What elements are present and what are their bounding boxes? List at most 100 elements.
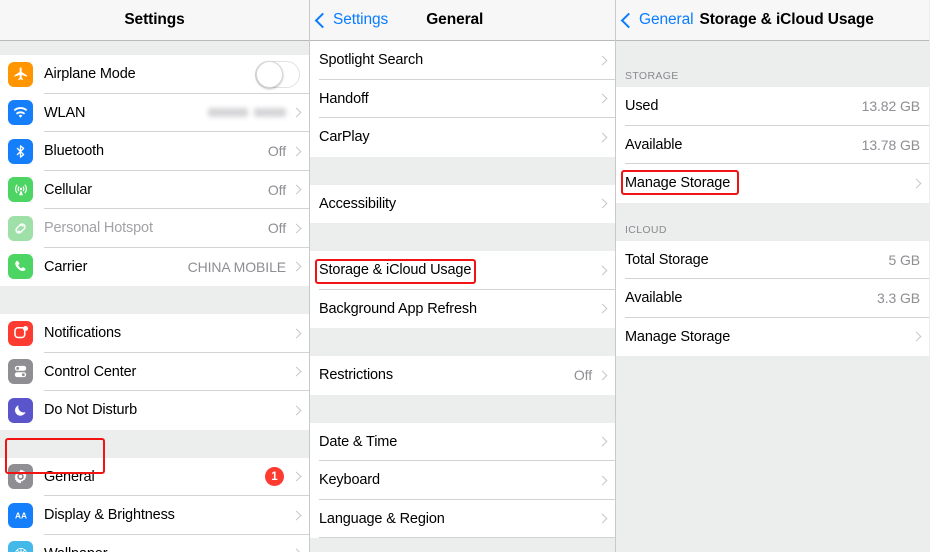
chevron-left-icon — [620, 12, 637, 28]
settings-label-notifications: Notifications — [44, 325, 122, 342]
settings-label-control-center: Control Center — [44, 363, 137, 380]
general-label-background-app-refresh: Background App Refresh — [319, 300, 477, 317]
phone-icon — [8, 254, 33, 280]
general-back-label: Settings — [333, 11, 389, 28]
handoff-right — [597, 93, 615, 104]
general-row-carplay[interactable]: CarPlay — [310, 118, 615, 157]
storage-list: STORAGE Used 13.82 GB Available 13.78 GB… — [616, 41, 929, 552]
display-right — [291, 510, 309, 521]
settings-label-do-not-disturb: Do Not Disturb — [44, 402, 137, 419]
icloud-row-available: Available 3.3 GB — [616, 279, 929, 318]
section-header-storage-label: STORAGE — [625, 70, 679, 82]
general-row-accessibility[interactable]: Accessibility — [310, 184, 615, 223]
general-row-restrictions[interactable]: Restrictions Off — [310, 356, 615, 395]
settings-label-cellular: Cellular — [44, 181, 92, 198]
available-right: 13.78 GB — [862, 137, 929, 153]
settings-label-bluetooth: Bluetooth — [44, 143, 104, 160]
general-title: General — [426, 11, 484, 28]
carrier-value: CHINA MOBILE — [187, 258, 286, 275]
separator — [319, 537, 615, 538]
icloud-row-manage-storage[interactable]: Manage Storage — [616, 317, 929, 356]
notifications-icon — [8, 320, 33, 346]
cellular-icon — [8, 177, 33, 203]
spotlight-right — [597, 55, 615, 66]
general-row-keyboard[interactable]: Keyboard — [310, 461, 615, 500]
total-storage-right: 5 GB — [888, 252, 929, 268]
general-row-background-app-refresh[interactable]: Background App Refresh — [310, 289, 615, 328]
settings-row-cellular[interactable]: Cellular Off — [0, 170, 309, 209]
general-back-button[interactable]: Settings — [314, 11, 389, 29]
accessibility-right — [597, 198, 615, 209]
chevron-right-icon — [911, 331, 922, 342]
general-label-restrictions: Restrictions — [319, 367, 393, 384]
group-gap — [310, 156, 615, 185]
carrier-right: CHINA MOBILE — [188, 259, 309, 275]
general-row-language-region[interactable]: Language & Region — [310, 499, 615, 538]
group-gap — [0, 41, 309, 55]
personal-hotspot-icon — [8, 215, 33, 241]
general-row-storage-icloud-usage[interactable]: Storage & iCloud Usage — [310, 251, 615, 290]
icloud-value-available: 3.3 GB — [877, 290, 920, 307]
airplane-mode-toggle[interactable] — [255, 60, 300, 89]
chevron-right-icon — [597, 93, 608, 104]
chevron-right-icon — [597, 436, 608, 447]
general-label-spotlight-search: Spotlight Search — [319, 52, 423, 69]
settings-title: Settings — [124, 11, 185, 28]
ios-settings-3-pane-screenshot: Settings Airplane Mode WLAN Bluetooth Of… — [0, 0, 930, 552]
storage-column: General Storage & iCloud Usage STORAGE U… — [616, 0, 929, 552]
chevron-right-icon — [911, 178, 922, 189]
settings-row-carrier[interactable]: Carrier CHINA MOBILE — [0, 247, 309, 286]
general-right: 1 — [265, 467, 309, 487]
settings-row-bluetooth[interactable]: Bluetooth Off — [0, 132, 309, 171]
toggle-knob — [255, 61, 283, 89]
section-header-storage: STORAGE — [616, 41, 929, 87]
icloud-label-total-storage: Total Storage — [625, 251, 709, 268]
general-label-handoff: Handoff — [319, 90, 369, 107]
general-label-accessibility: Accessibility — [319, 195, 397, 212]
storage-row-manage-storage[interactable]: Manage Storage — [616, 164, 929, 203]
general-row-handoff[interactable]: Handoff — [310, 79, 615, 118]
storage-back-button[interactable]: General — [620, 11, 694, 29]
cellular-right: Off — [268, 182, 309, 198]
settings-label-wallpaper: Wallpaper — [44, 546, 108, 552]
chevron-right-icon — [291, 471, 302, 482]
chevron-right-icon — [291, 146, 302, 157]
chevron-left-icon — [314, 12, 331, 28]
general-label-keyboard: Keyboard — [319, 472, 380, 489]
wlan-value-redacted — [208, 108, 286, 118]
bgrefresh-right — [597, 303, 615, 314]
settings-row-general[interactable]: General 1 — [0, 457, 309, 496]
general-row-date-time[interactable]: Date & Time — [310, 422, 615, 461]
storage-value-available: 13.78 GB — [861, 136, 920, 153]
general-label-date-time: Date & Time — [319, 433, 398, 450]
settings-row-wallpaper[interactable]: Wallpaper — [0, 534, 309, 552]
storage-right — [597, 265, 615, 276]
storage-label-used: Used — [625, 98, 659, 115]
carplay-right — [597, 132, 615, 143]
settings-row-display-brightness[interactable]: AA Display & Brightness — [0, 496, 309, 535]
general-label-carplay: CarPlay — [319, 129, 370, 146]
group-gap — [0, 286, 309, 314]
wifi-icon — [8, 100, 33, 126]
cellular-value: Off — [267, 181, 286, 198]
general-label-language-region: Language & Region — [319, 510, 445, 527]
settings-row-do-not-disturb[interactable]: Do Not Disturb — [0, 391, 309, 430]
dnd-right — [291, 405, 309, 416]
display-brightness-icon: AA — [8, 502, 33, 528]
general-row-spotlight-search[interactable]: Spotlight Search — [310, 41, 615, 80]
settings-row-control-center[interactable]: Control Center — [0, 352, 309, 391]
wallpaper-icon — [8, 541, 33, 552]
settings-row-notifications[interactable]: Notifications — [0, 314, 309, 353]
datetime-right — [597, 436, 615, 447]
language-right — [597, 513, 615, 524]
hotspot-value: Off — [267, 220, 286, 237]
storage-title: Storage & iCloud Usage — [699, 11, 874, 28]
settings-row-personal-hotspot[interactable]: Personal Hotspot Off — [0, 209, 309, 248]
hotspot-right: Off — [268, 220, 309, 236]
chevron-right-icon — [597, 132, 608, 143]
settings-row-airplane-mode[interactable]: Airplane Mode — [0, 55, 309, 94]
airplane-icon — [8, 61, 33, 87]
settings-row-wlan[interactable]: WLAN — [0, 93, 309, 132]
storage-value-used: 13.82 GB — [861, 98, 920, 115]
restrictions-value: Off — [573, 367, 592, 384]
